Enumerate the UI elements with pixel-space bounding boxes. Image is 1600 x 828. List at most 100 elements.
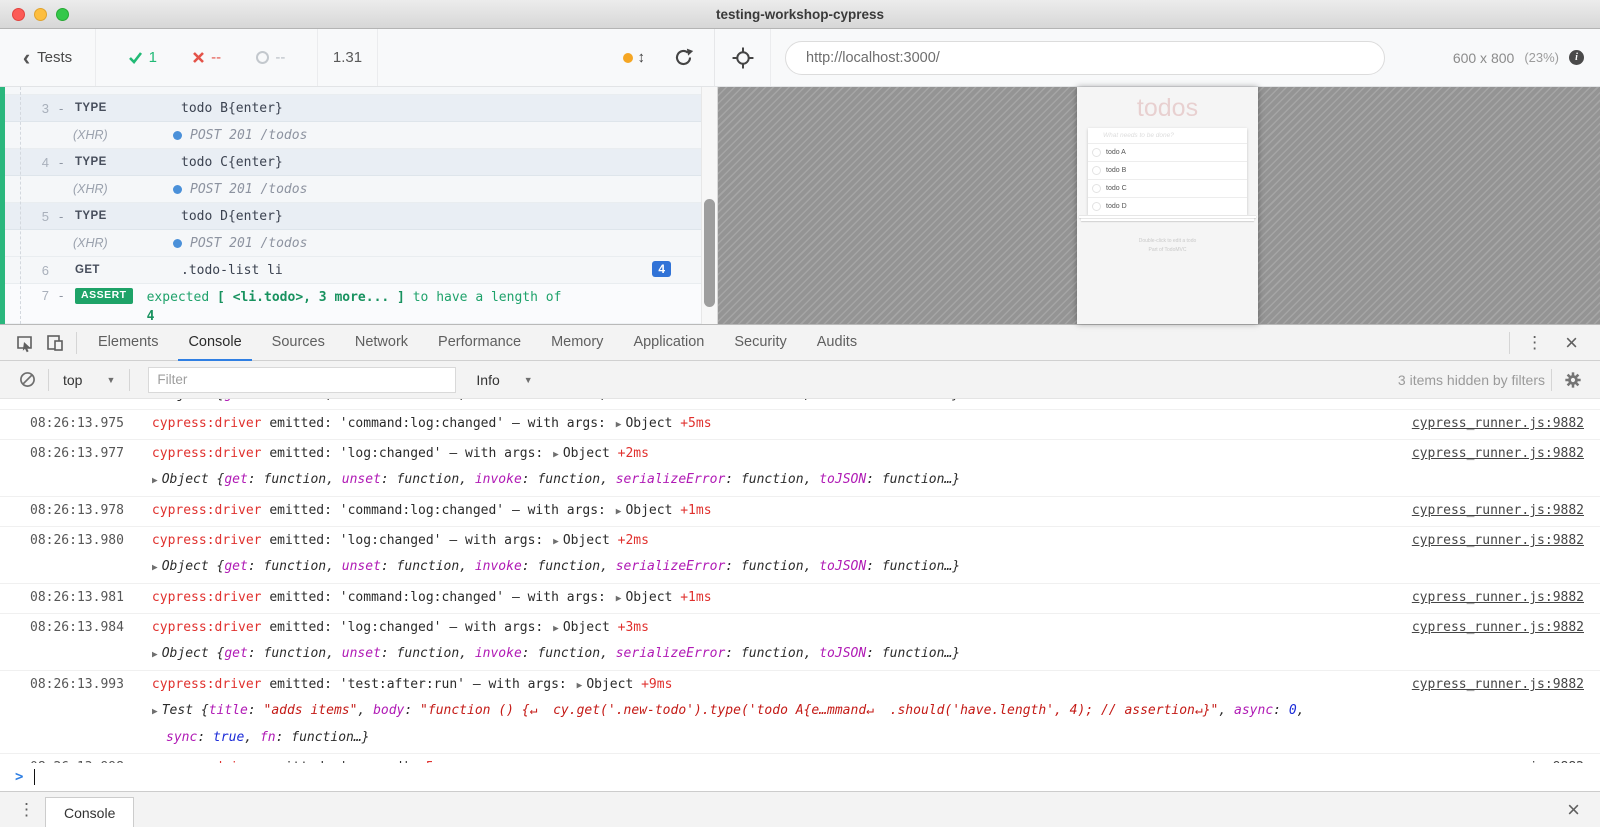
expand-arrow-icon[interactable]: ▶ — [616, 588, 622, 610]
text-segment: Object { — [162, 472, 225, 487]
device-toolbar-icon — [45, 333, 65, 353]
source-link[interactable]: cypress_runner.js:9882 — [1412, 443, 1584, 465]
expand-arrow-icon[interactable]: ▶ — [553, 531, 559, 553]
console-filter-input[interactable] — [148, 367, 456, 393]
text-segment: title — [209, 703, 248, 718]
source-link[interactable]: cypress_runner.js:9882 — [1412, 413, 1584, 435]
expand-arrow-icon[interactable]: ▶ — [152, 701, 158, 723]
selector-playground-button[interactable] — [732, 47, 754, 69]
text-segment: emitted: 'command:log:changed' – with ar… — [262, 503, 614, 518]
separator — [1509, 332, 1510, 354]
command-log-row[interactable]: 6GET.todo-list li4 — [5, 257, 701, 284]
tab-memory[interactable]: Memory — [541, 325, 613, 361]
source-link[interactable]: cypress_runner.js:9882 — [1412, 530, 1584, 552]
reporter-scrollbar-thumb[interactable] — [704, 199, 715, 307]
tab-audits[interactable]: Audits — [807, 325, 867, 361]
stat-pending[interactable]: -- — [256, 49, 285, 66]
text-segment: emitted: 'log:changed' – with args: — [262, 620, 552, 635]
object-preview-line: sync: true, fn: function…} — [30, 727, 1584, 753]
command-log-rows: (XHR)POST 201 /todos3-TYPEtodo B{enter}(… — [5, 87, 701, 324]
inspect-cursor-icon — [15, 333, 35, 353]
chevron-down-icon: ▼ — [106, 375, 115, 385]
console-entry-inner: cypress_runner.js:988208:26:13.984cypres… — [30, 614, 1584, 670]
refresh-button[interactable] — [673, 47, 694, 68]
devtools-close-button[interactable]: × — [1553, 332, 1590, 354]
todo-toggle-circle[interactable] — [1092, 166, 1101, 175]
chevron-left-icon: ‹ — [23, 47, 30, 69]
xhr-log-row[interactable]: (XHR)POST 201 /todos — [5, 122, 701, 149]
device-toolbar-button[interactable] — [40, 330, 70, 356]
expand-arrow-icon[interactable]: ▶ — [577, 675, 583, 697]
command-log-row[interactable]: 7-ASSERTexpected [ <li.todo>, 3 more... … — [5, 284, 701, 324]
expand-arrow-icon[interactable]: ▶ — [616, 501, 622, 523]
xhr-message: POST 201 /todos — [173, 182, 307, 197]
back-to-tests-button[interactable]: ‹ Tests — [0, 29, 96, 86]
source-link[interactable]: cypress_runner.js:9882 — [1412, 617, 1584, 639]
todo-item[interactable]: todo B — [1088, 161, 1247, 179]
console-settings-button[interactable] — [1558, 367, 1588, 393]
xhr-label: (XHR) — [73, 236, 173, 250]
text-segment: Object — [563, 533, 618, 548]
drawer-tab-console[interactable]: Console — [45, 797, 134, 827]
drawer-menu-button[interactable]: ⋮ — [8, 800, 45, 820]
drawer-close-button[interactable]: × — [1555, 799, 1592, 821]
todo-app-title: todos — [1077, 94, 1258, 123]
todo-list: todo Atodo B todo C todo D — [1088, 143, 1247, 215]
todo-toggle-circle[interactable] — [1092, 202, 1101, 211]
text-segment: : function, — [248, 646, 342, 661]
row-number: 5 — [5, 209, 49, 224]
xhr-log-row[interactable]: (XHR)POST 201 /todos — [5, 87, 701, 95]
todo-item[interactable]: todo D — [1088, 197, 1247, 215]
todo-toggle-circle[interactable] — [1092, 148, 1101, 157]
object-preview-line: ▶Object {get: function, unset: function,… — [30, 469, 1584, 496]
row-number: 4 — [5, 155, 49, 170]
source-link[interactable]: cypress_runner.js:9882 — [1412, 500, 1584, 522]
tab-sources[interactable]: Sources — [262, 325, 335, 361]
xhr-log-row[interactable]: (XHR)POST 201 /todos — [5, 230, 701, 257]
console-prompt[interactable]: > — [0, 763, 1600, 791]
tab-console[interactable]: Console — [178, 325, 251, 361]
tab-network[interactable]: Network — [345, 325, 418, 361]
stat-passed[interactable]: 1 — [128, 49, 157, 66]
devtools-menu-button[interactable]: ⋮ — [1516, 333, 1553, 353]
todo-toggle-circle[interactable] — [1092, 184, 1101, 193]
url-bar[interactable]: http://localhost:3000/ — [785, 41, 1385, 75]
elements-count-badge: 4 — [652, 261, 671, 277]
expand-arrow-icon[interactable]: ▶ — [152, 470, 158, 492]
info-icon[interactable]: i — [1569, 50, 1584, 65]
command-name: TYPE — [75, 210, 167, 222]
viewport-scale-indicator[interactable]: ↕ — [623, 49, 646, 66]
command-log-row[interactable]: 3-TYPEtodo B{enter} — [5, 95, 701, 122]
todo-label: todo D — [1106, 203, 1127, 210]
expand-arrow-icon[interactable]: ▶ — [616, 414, 622, 436]
console-entry: cypress_runner.js:988208:26:13.975cypres… — [0, 410, 1600, 440]
todo-item[interactable]: todo C — [1088, 179, 1247, 197]
text-segment: invoke — [475, 646, 522, 661]
tab-performance[interactable]: Performance — [428, 325, 531, 361]
new-todo-input[interactable]: What needs to be done? — [1088, 128, 1247, 143]
todo-item[interactable]: todo A — [1088, 143, 1247, 161]
expand-arrow-icon[interactable]: ▶ — [152, 557, 158, 579]
console-message-line: cypress_runner.js:988208:26:13.978cypres… — [30, 497, 1584, 526]
expand-arrow-icon[interactable]: ▶ — [152, 644, 158, 666]
inspect-element-button[interactable] — [10, 330, 40, 356]
command-log-row[interactable]: 5-TYPEtodo D{enter} — [5, 203, 701, 230]
command-log-row[interactable]: 4-TYPEtodo C{enter} — [5, 149, 701, 176]
expand-arrow-icon[interactable]: ▶ — [152, 399, 158, 407]
tab-elements[interactable]: Elements — [88, 325, 168, 361]
clear-console-button[interactable] — [12, 367, 42, 393]
xhr-log-row[interactable]: (XHR)POST 201 /todos — [5, 176, 701, 203]
expand-arrow-icon[interactable]: ▶ — [553, 618, 559, 640]
refresh-icon — [673, 47, 694, 68]
stat-failed[interactable]: -- — [192, 49, 221, 66]
source-link[interactable]: cypress_runner.js:9882 — [1412, 587, 1584, 609]
log-level-select[interactable]: Info ▼ — [468, 372, 540, 388]
expand-arrow-icon[interactable]: ▶ — [553, 444, 559, 466]
command-message: todo D{enter} — [181, 209, 283, 224]
source-link[interactable]: cypress_runner.js:9882 — [1412, 674, 1584, 696]
todo-label: todo C — [1106, 185, 1127, 192]
tab-application[interactable]: Application — [623, 325, 714, 361]
titlebar: testing-workshop-cypress — [0, 0, 1600, 29]
tab-security[interactable]: Security — [724, 325, 796, 361]
execution-context-select[interactable]: top ▼ — [55, 372, 123, 388]
